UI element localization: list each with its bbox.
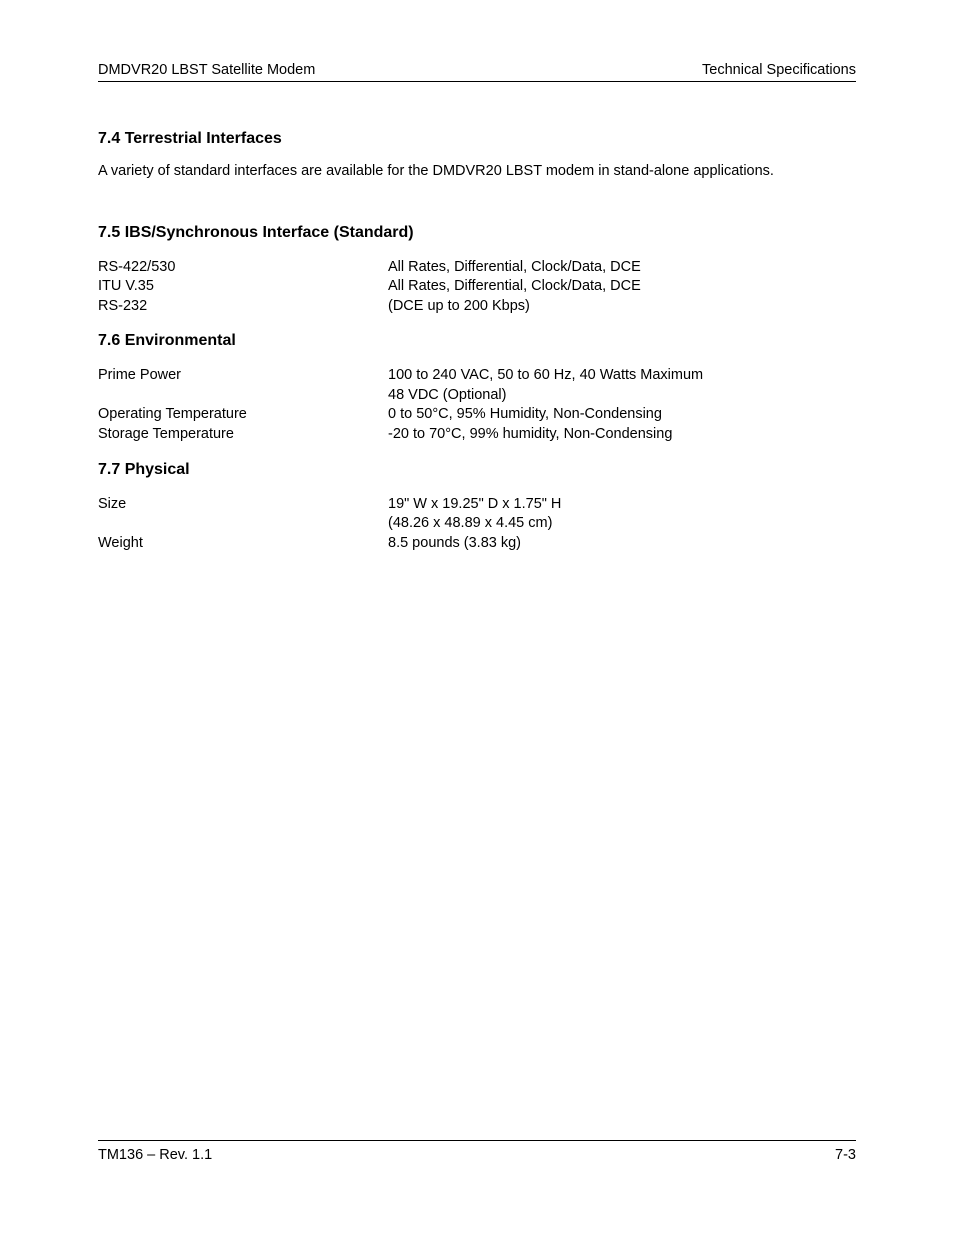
spec-label: Operating Temperature (98, 405, 388, 425)
spec-label: ITU V.35 (98, 277, 388, 297)
spec-row: RS-232 (DCE up to 200 Kbps) (98, 297, 856, 317)
spec-row: RS-422/530 All Rates, Differential, Cloc… (98, 258, 856, 278)
spec-label: RS-422/530 (98, 258, 388, 278)
spec-row: Weight 8.5 pounds (3.83 kg) (98, 534, 856, 554)
section-heading-7-6: 7.6 Environmental (98, 332, 856, 350)
page-content: 7.4 Terrestrial Interfaces A variety of … (98, 130, 856, 553)
header-right: Technical Specifications (702, 62, 856, 78)
spec-value-line: (48.26 x 48.89 x 4.45 cm) (388, 514, 856, 534)
spec-row: Storage Temperature -20 to 70°C, 99% hum… (98, 425, 856, 445)
header-left: DMDVR20 LBST Satellite Modem (98, 62, 315, 78)
spec-value-line: 19" W x 19.25" D x 1.75" H (388, 495, 856, 515)
section-heading-7-4: 7.4 Terrestrial Interfaces (98, 130, 856, 148)
page-footer: TM136 – Rev. 1.1 7-3 (98, 1140, 856, 1163)
spec-value-line: 48 VDC (Optional) (388, 386, 856, 406)
spec-row: Size 19" W x 19.25" D x 1.75" H (48.26 x… (98, 495, 856, 534)
spec-row: ITU V.35 All Rates, Differential, Clock/… (98, 277, 856, 297)
spec-label: Size (98, 495, 388, 515)
spec-value: 0 to 50°C, 95% Humidity, Non-Condensing (388, 405, 856, 425)
footer-right: 7-3 (835, 1147, 856, 1163)
spec-label: RS-232 (98, 297, 388, 317)
spec-label: Weight (98, 534, 388, 554)
spec-value: 19" W x 19.25" D x 1.75" H (48.26 x 48.8… (388, 495, 856, 534)
spec-value: 100 to 240 VAC, 50 to 60 Hz, 40 Watts Ma… (388, 366, 856, 405)
spec-value: All Rates, Differential, Clock/Data, DCE (388, 277, 856, 297)
page-header: DMDVR20 LBST Satellite Modem Technical S… (98, 62, 856, 82)
spec-value: All Rates, Differential, Clock/Data, DCE (388, 258, 856, 278)
spec-label: Prime Power (98, 366, 388, 386)
spec-value: 8.5 pounds (3.83 kg) (388, 534, 856, 554)
spec-value: -20 to 70°C, 99% humidity, Non-Condensin… (388, 425, 856, 445)
spec-label: Storage Temperature (98, 425, 388, 445)
section-7-4-paragraph: A variety of standard interfaces are ava… (98, 162, 856, 182)
footer-left: TM136 – Rev. 1.1 (98, 1147, 212, 1163)
spec-row: Prime Power 100 to 240 VAC, 50 to 60 Hz,… (98, 366, 856, 405)
spec-value: (DCE up to 200 Kbps) (388, 297, 856, 317)
spec-value-line: 100 to 240 VAC, 50 to 60 Hz, 40 Watts Ma… (388, 366, 856, 386)
spec-row: Operating Temperature 0 to 50°C, 95% Hum… (98, 405, 856, 425)
section-heading-7-7: 7.7 Physical (98, 461, 856, 479)
section-heading-7-5: 7.5 IBS/Synchronous Interface (Standard) (98, 224, 856, 242)
